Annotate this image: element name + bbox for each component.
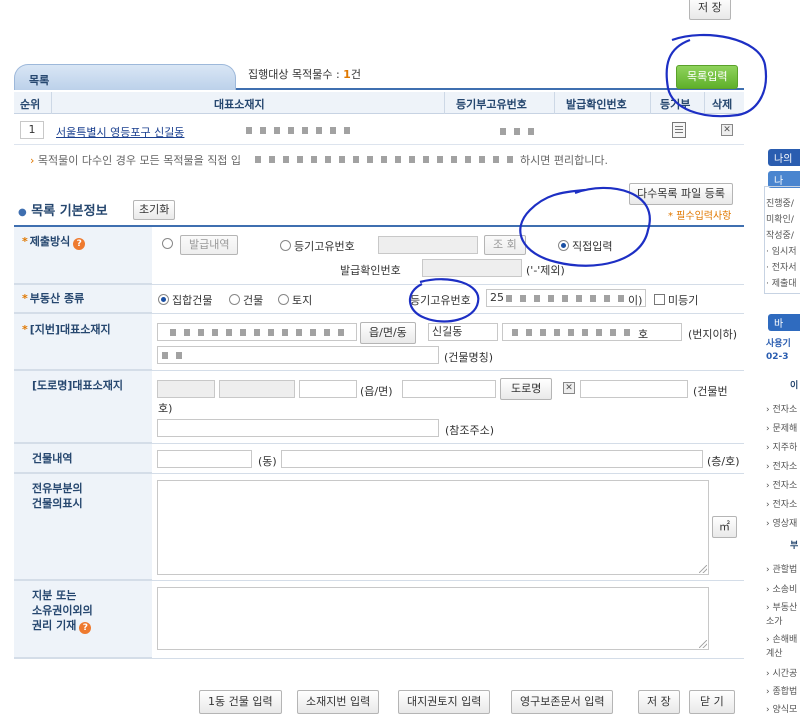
annotation-circle-unique	[408, 278, 480, 323]
annotation-circle-add	[665, 33, 768, 118]
annotation-circle-direct	[519, 186, 651, 267]
annotation-overlay	[408, 33, 768, 323]
